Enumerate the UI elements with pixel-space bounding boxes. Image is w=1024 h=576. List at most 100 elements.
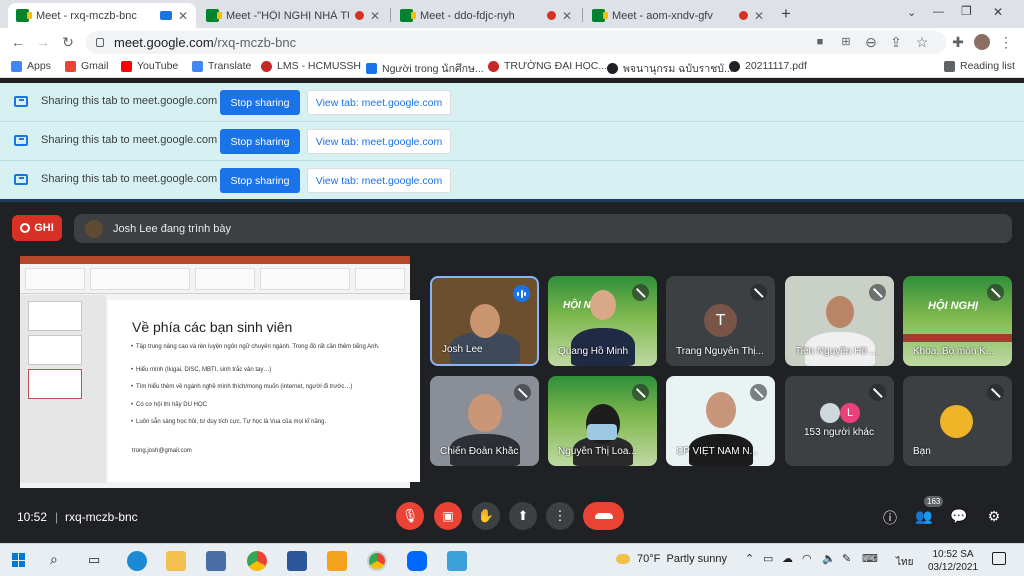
participant-tile[interactable]: CP VIỆT NAM N... (666, 376, 775, 466)
word-icon[interactable] (287, 551, 307, 571)
camera-icon[interactable]: ■ (812, 34, 828, 50)
tab-meet-rxq[interactable]: Meet - rxq-mczb-bnc ✕ (8, 3, 196, 28)
slide-bullet: Luôn sẵn sàng học hỏi, tư duy tích cực. … (131, 419, 386, 426)
participant-tile[interactable]: Nguyễn Thị Loa... (548, 376, 657, 466)
info-icon[interactable]: ⓘ (881, 508, 899, 528)
bookmark-translate[interactable]: Translate (192, 60, 251, 72)
profile-avatar[interactable] (974, 34, 990, 50)
search-icon[interactable]: ⌕ (50, 551, 58, 568)
reload-icon[interactable]: ↻ (60, 34, 76, 50)
tab-search-icon[interactable]: ⌄ (907, 6, 916, 19)
present-button[interactable]: ⬆ (509, 502, 537, 530)
extensions-icon[interactable]: ✚ (950, 34, 966, 50)
close-icon[interactable]: ✕ (370, 9, 380, 23)
bookmark-label: TRƯỜNG ĐẠI HỌC... (504, 60, 608, 72)
bookmark-pdf[interactable]: 20211117.pdf (729, 60, 807, 72)
others-count: 153 người khác (804, 427, 874, 438)
mic-off-button[interactable]: 🎙 (396, 502, 424, 530)
view-tab-button[interactable]: View tab: meet.google.com (307, 168, 451, 193)
tab-meet-hoi-nghi[interactable]: Meet -"HỘI NGHỊ NHÀ TUYỂ ✕ (198, 3, 388, 28)
reading-list-icon (944, 60, 955, 72)
raise-hand-button[interactable]: ✋ (472, 502, 500, 530)
close-icon[interactable]: ✕ (754, 9, 764, 23)
more-vert-icon[interactable]: ⋮ (998, 34, 1014, 50)
view-tab-button[interactable]: View tab: meet.google.com (307, 90, 451, 115)
input-language[interactable]: ไทย (896, 555, 913, 570)
recording-badge[interactable]: GHI (12, 215, 62, 241)
weather-widget[interactable]: 70°F Partly sunny (616, 553, 727, 565)
edge-icon[interactable] (127, 551, 147, 571)
new-tab-button[interactable]: + (781, 4, 791, 24)
meeting-code: rxq-mczb-bnc (65, 510, 138, 524)
tab-meet-ddo[interactable]: Meet - ddo-fdjc-nyh ✕ (392, 3, 580, 28)
close-window-button[interactable]: ✕ (993, 5, 1003, 19)
minimize-button[interactable]: — (933, 6, 944, 18)
participant-avatar (820, 403, 840, 423)
bookmark-apps[interactable]: Apps (11, 60, 51, 72)
close-icon[interactable]: ✕ (178, 9, 188, 23)
mic-off-icon (632, 384, 649, 401)
participant-tile[interactable]: T Trang Nguyễn Thị... (666, 276, 775, 366)
windows-start-icon[interactable] (12, 553, 26, 567)
restore-button[interactable]: ❐ (961, 4, 972, 18)
bookmark-lms[interactable]: LMS - HCMUSSH (261, 60, 361, 72)
stop-sharing-button[interactable]: Stop sharing (220, 90, 300, 115)
forward-arrow-icon[interactable]: → (35, 34, 51, 50)
people-icon[interactable]: 👥 (915, 508, 933, 525)
bookmark-truong-dai-hoc[interactable]: TRƯỜNG ĐẠI HỌC... (488, 60, 607, 72)
stop-sharing-button[interactable]: Stop sharing (220, 168, 300, 193)
zalo-icon[interactable] (407, 551, 427, 571)
chrome-active-icon[interactable] (367, 551, 387, 571)
tab-label: Meet - rxq-mczb-bnc (36, 9, 137, 22)
system-clock[interactable]: 10:52 SA 03/12/2021 (928, 548, 978, 574)
chat-icon[interactable]: 💬 (950, 508, 968, 525)
bookmark-nguoi-trong[interactable]: Người trong นักศึกษ... (366, 60, 484, 77)
zoom-icon[interactable]: ⊖ (863, 34, 879, 50)
bookmark-star-icon[interactable]: ☆ (914, 34, 930, 50)
tab-meet-aom[interactable]: Meet - aom-xndv-gfv ✕ (584, 3, 772, 28)
bookmark-thai-dictionary[interactable]: พจนานุกรม ฉบับราชบั... (607, 60, 733, 77)
stop-sharing-button[interactable]: Stop sharing (220, 129, 300, 154)
slide-thumbnail[interactable] (28, 335, 82, 365)
camera-off-button[interactable]: ▣ (434, 502, 462, 530)
more-options-button[interactable]: ⋮ (546, 502, 574, 530)
file-explorer-icon[interactable] (166, 551, 186, 571)
chrome-icon[interactable] (247, 551, 267, 571)
participant-tile[interactable]: L 153 người khác (785, 376, 894, 466)
reading-list[interactable]: Reading list (944, 60, 1015, 72)
participant-tile[interactable]: Chiến Đoàn Khắc (430, 376, 539, 466)
participant-tile[interactable]: Bạn (903, 376, 1012, 466)
screen-share-icon (14, 174, 28, 185)
bookmark-gmail[interactable]: Gmail (65, 60, 108, 72)
chevron-up-icon[interactable]: ⌃ (745, 552, 754, 565)
slide-thumbnail-active[interactable] (28, 369, 82, 399)
close-icon[interactable]: ✕ (562, 9, 572, 23)
task-view-icon[interactable]: ▭ (88, 552, 100, 568)
slide-thumbnail[interactable] (28, 301, 82, 331)
translate-icon[interactable]: ⊞ (838, 34, 854, 50)
participant-tile[interactable]: Tiến Nguyễn Hồ ... (785, 276, 894, 366)
record-icon (20, 223, 31, 233)
keyboard-icon[interactable]: ⌨ (862, 552, 878, 565)
notifications-icon[interactable] (992, 552, 1006, 565)
activities-icon[interactable]: ⚙ (985, 508, 1003, 525)
share-icon[interactable]: ⇪ (888, 34, 904, 50)
participant-tile[interactable]: HỘI NGHỊ Khoa, Bộ môn K... (903, 276, 1012, 366)
cloud-icon[interactable]: ☁ (782, 552, 793, 565)
windows-taskbar: ⌕ ▭ 70°F Partly sunny ⌃ ▭ ☁ ◠ 🔈 ✎ ⌨ ไทย … (0, 543, 1024, 576)
bookmark-youtube[interactable]: YouTube (121, 60, 178, 72)
battery-icon[interactable]: ▭ (763, 552, 773, 565)
participant-tile[interactable]: HỘI NGHỊ Quang Hồ Minh (548, 276, 657, 366)
view-tab-button[interactable]: View tab: meet.google.com (307, 129, 451, 154)
bookmark-label: Người trong นักศึกษ... (382, 63, 484, 75)
app-icon[interactable] (327, 551, 347, 571)
app-icon[interactable] (206, 551, 226, 571)
leave-call-button[interactable] (583, 502, 624, 530)
participant-tile[interactable]: Josh Lee (430, 276, 539, 366)
bookmark-label: 20211117.pdf (745, 60, 807, 72)
pen-icon[interactable]: ✎ (842, 552, 851, 565)
back-arrow-icon[interactable]: ← (10, 34, 26, 50)
photos-icon[interactable] (447, 551, 467, 571)
volume-icon[interactable]: 🔈 (822, 552, 836, 565)
wifi-icon[interactable]: ◠ (802, 552, 812, 565)
